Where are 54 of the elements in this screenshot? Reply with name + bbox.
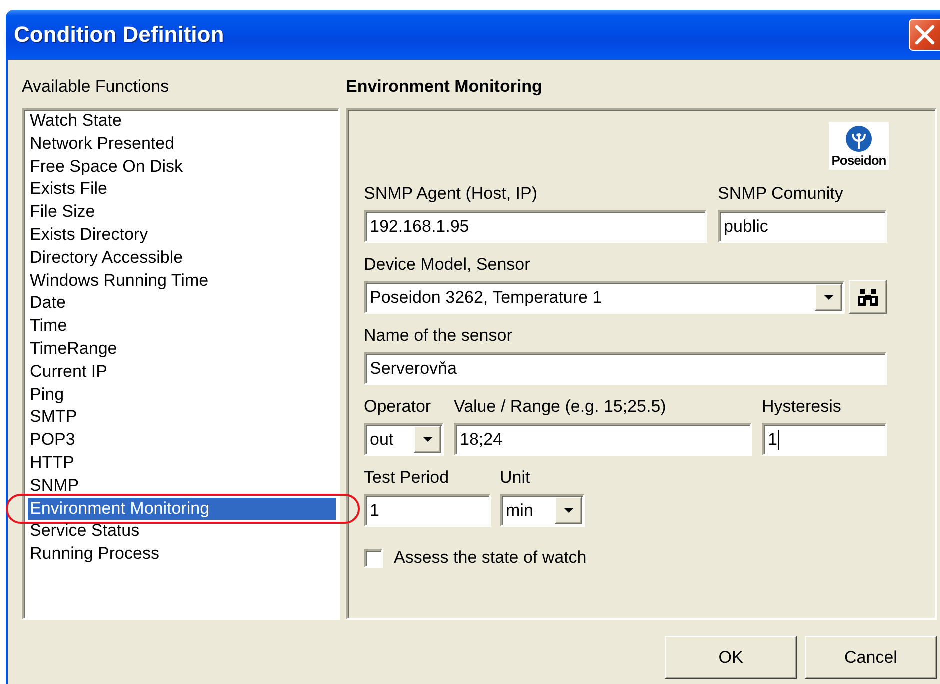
caret-icon bbox=[422, 437, 432, 442]
text-field[interactable]: 1 bbox=[364, 494, 491, 527]
text-field[interactable]: 192.168.1.95 bbox=[364, 210, 707, 243]
field-label: Value / Range (e.g. 15;25.5) bbox=[454, 397, 668, 417]
search-button[interactable] bbox=[849, 280, 887, 314]
dialog-button[interactable]: Cancel bbox=[805, 636, 937, 679]
field-label: SNMP Comunity bbox=[718, 184, 844, 204]
panel-title: Environment Monitoring bbox=[346, 76, 544, 98]
dropdown[interactable]: min bbox=[500, 494, 585, 527]
list-item[interactable]: Service Status bbox=[28, 520, 336, 544]
text-field[interactable]: Serverovňa bbox=[364, 352, 887, 385]
list-item[interactable]: Running Process bbox=[28, 543, 336, 566]
close-icon bbox=[915, 25, 935, 45]
list-item[interactable]: Environment Monitoring bbox=[28, 498, 336, 520]
field-label: Operator bbox=[364, 397, 432, 417]
window-title: Condition Definition bbox=[14, 22, 224, 48]
binoculars-icon bbox=[857, 288, 879, 306]
text-field[interactable]: 18;24 bbox=[454, 423, 752, 456]
list-item[interactable]: POP3 bbox=[28, 429, 336, 452]
list-item[interactable]: HTTP bbox=[28, 452, 336, 475]
list-item[interactable]: Date bbox=[28, 292, 336, 316]
checkbox-label: Assess the state of watch bbox=[394, 548, 587, 568]
field-label: Test Period bbox=[364, 468, 450, 488]
text-field[interactable]: public bbox=[718, 210, 887, 243]
logo-text: Poseidon bbox=[832, 153, 886, 168]
list-item[interactable]: Directory Accessible bbox=[28, 246, 336, 270]
list-item[interactable]: Free Space On Disk bbox=[28, 156, 336, 178]
list-item[interactable]: Exists Directory bbox=[28, 224, 336, 247]
field-label: Device Model, Sensor bbox=[364, 255, 532, 275]
list-item[interactable]: TimeRange bbox=[28, 338, 336, 361]
list-item[interactable]: SMTP bbox=[28, 406, 336, 430]
trident-icon bbox=[845, 125, 873, 153]
field-label: Unit bbox=[500, 468, 532, 488]
text-field[interactable]: 1 bbox=[762, 423, 887, 456]
list-item[interactable]: Network Presented bbox=[28, 132, 336, 156]
list-item[interactable]: SNMP bbox=[28, 474, 336, 498]
list-item[interactable]: Exists File bbox=[28, 178, 336, 202]
checkbox[interactable] bbox=[364, 548, 383, 568]
list-item[interactable]: Current IP bbox=[28, 360, 336, 384]
caret-icon bbox=[564, 508, 574, 513]
dropdown[interactable]: Poseidon 3262, Temperature 1 bbox=[364, 281, 845, 314]
field-label: Name of the sensor bbox=[364, 326, 514, 346]
list-item[interactable]: Time bbox=[28, 315, 336, 338]
dialog-button[interactable]: OK bbox=[665, 636, 797, 679]
dropdown[interactable]: out bbox=[364, 423, 444, 456]
list-item[interactable]: Windows Running Time bbox=[28, 270, 336, 292]
close-button[interactable] bbox=[909, 19, 940, 51]
field-label: Hysteresis bbox=[762, 397, 842, 417]
field-label: SNMP Agent (Host, IP) bbox=[364, 184, 539, 204]
list-label: Available Functions bbox=[22, 76, 170, 98]
list-item[interactable]: Watch State bbox=[28, 110, 336, 133]
caret-icon bbox=[824, 295, 834, 300]
list-item[interactable]: File Size bbox=[28, 201, 336, 224]
list-item[interactable]: Ping bbox=[28, 384, 336, 406]
